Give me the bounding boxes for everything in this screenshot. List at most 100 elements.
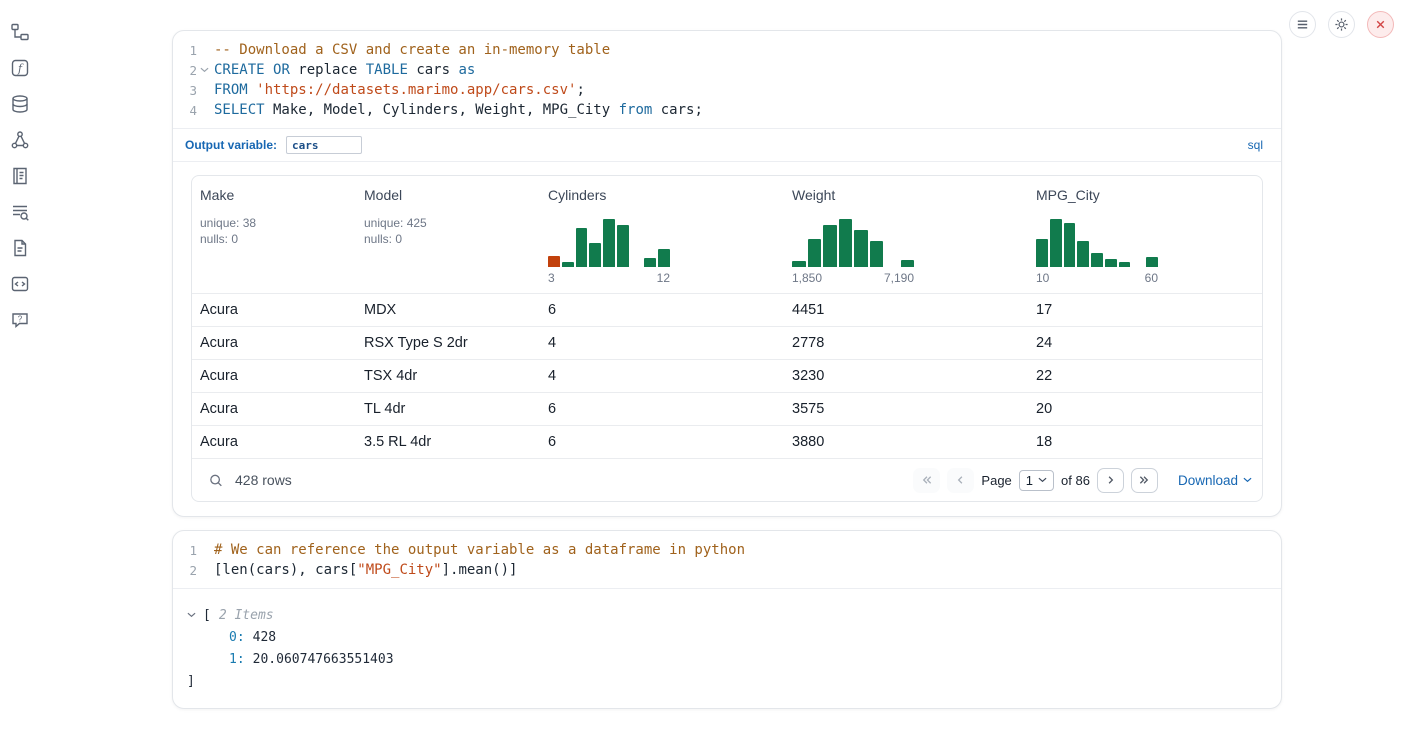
- histogram-bar[interactable]: [576, 228, 588, 267]
- output-variable-label: Output variable:: [185, 138, 277, 152]
- histogram-bar[interactable]: [839, 219, 853, 267]
- next-page-button[interactable]: [1097, 468, 1124, 493]
- cell-value: Acura: [192, 302, 356, 318]
- column-header-make[interactable]: Makeunique: 38nulls: 0: [192, 176, 356, 293]
- database-icon[interactable]: [8, 92, 32, 116]
- search-icon[interactable]: [202, 466, 230, 494]
- prev-page-button[interactable]: [947, 468, 974, 493]
- histogram-bar[interactable]: [1146, 257, 1158, 267]
- column-name: Cylinders: [548, 187, 776, 203]
- column-name: Make: [200, 187, 348, 203]
- histogram-range-labels: 1,8507,190: [792, 271, 914, 285]
- output-variable-input[interactable]: cars: [286, 136, 362, 154]
- menu-button[interactable]: [1289, 11, 1316, 38]
- histogram-bar[interactable]: [1077, 241, 1089, 267]
- code-line[interactable]: 3FROM 'https://datasets.marimo.app/cars.…: [173, 80, 1281, 100]
- line-number: 1: [173, 543, 197, 558]
- histogram-bar[interactable]: [1119, 262, 1131, 267]
- cell-value: 6: [540, 434, 784, 450]
- histogram-bar[interactable]: [854, 230, 868, 267]
- code-line[interactable]: 2CREATE OR replace TABLE cars as: [173, 60, 1281, 80]
- svg-text:?: ?: [18, 315, 23, 324]
- histogram-bar[interactable]: [870, 241, 884, 267]
- cell-value: Acura: [192, 335, 356, 351]
- histogram-range-labels: 312: [548, 271, 670, 285]
- last-page-button[interactable]: [1131, 468, 1158, 493]
- close-bracket: ]: [187, 674, 195, 689]
- histogram-bar[interactable]: [823, 225, 837, 267]
- table-output: Makeunique: 38nulls: 0Modelunique: 425nu…: [173, 162, 1281, 516]
- column-header-weight[interactable]: Weight1,8507,190: [784, 176, 1028, 293]
- table-row[interactable]: AcuraRSX Type S 2dr4277824: [192, 326, 1262, 359]
- histogram-bar[interactable]: [617, 225, 629, 267]
- dependency-graph-icon[interactable]: [8, 128, 32, 152]
- fold-chevron-icon[interactable]: [197, 67, 212, 73]
- histogram-bar[interactable]: [548, 256, 560, 267]
- cell-footer: Output variable: cars sql: [173, 129, 1281, 162]
- histogram-bar[interactable]: [644, 258, 656, 267]
- column-histogram[interactable]: [1036, 215, 1158, 267]
- histogram-bar[interactable]: [1036, 239, 1048, 267]
- page-total: of 86: [1061, 473, 1090, 488]
- cell-value: Acura: [192, 401, 356, 417]
- help-chat-icon[interactable]: ?: [8, 308, 32, 332]
- collapse-chevron-icon[interactable]: [187, 612, 200, 618]
- histogram-bar[interactable]: [901, 260, 915, 267]
- documentation-icon[interactable]: [8, 236, 32, 260]
- logs-icon[interactable]: [8, 200, 32, 224]
- python-output: [ 2 Items 0:4281:20.060747663551403 ]: [173, 589, 1281, 708]
- histogram-bar[interactable]: [792, 261, 806, 267]
- snippets-icon[interactable]: [8, 272, 32, 296]
- column-header-cylinders[interactable]: Cylinders 312: [540, 176, 784, 293]
- scratchpad-icon[interactable]: [8, 164, 32, 188]
- histogram-bar[interactable]: [589, 243, 601, 267]
- histogram-bar[interactable]: [603, 219, 615, 267]
- cell-value: 18: [1028, 434, 1262, 450]
- cell-value: 4: [540, 368, 784, 384]
- column-header-model[interactable]: Modelunique: 425nulls: 0: [356, 176, 540, 293]
- sql-code-editor[interactable]: 1 -- Download a CSV and create an in-memo…: [173, 31, 1281, 129]
- download-button[interactable]: Download: [1178, 473, 1252, 488]
- table-row[interactable]: AcuraTSX 4dr4323022: [192, 359, 1262, 392]
- code-line[interactable]: 1# We can reference the output variable …: [173, 540, 1281, 560]
- functions-icon[interactable]: f: [8, 56, 32, 80]
- line-number: 1: [173, 43, 197, 58]
- table-row[interactable]: AcuraMDX6445117: [192, 293, 1262, 326]
- table-row[interactable]: AcuraTL 4dr6357520: [192, 392, 1262, 425]
- cell-value: Acura: [192, 368, 356, 384]
- cell-value: 3230: [784, 368, 1028, 384]
- page-select[interactable]: 1: [1019, 470, 1054, 491]
- cell-value: 4451: [784, 302, 1028, 318]
- row-count: 428 rows: [235, 472, 292, 488]
- line-number: 4: [173, 103, 197, 118]
- cell-value: 22: [1028, 368, 1262, 384]
- tree-key: 0:: [229, 630, 245, 645]
- histogram-bar[interactable]: [1091, 253, 1103, 267]
- files-icon[interactable]: [8, 20, 32, 44]
- column-histogram[interactable]: [548, 215, 670, 267]
- column-header-mpg_city[interactable]: MPG_City1060: [1028, 176, 1262, 293]
- code-line[interactable]: 2[len(cars), cars["MPG_City"].mean()]: [173, 560, 1281, 580]
- histogram-bar[interactable]: [658, 249, 670, 267]
- line-number: 2: [173, 63, 197, 78]
- cell-value: 6: [540, 401, 784, 417]
- histogram-bar[interactable]: [562, 262, 574, 267]
- histogram-bar[interactable]: [808, 239, 822, 267]
- settings-gear-button[interactable]: [1328, 11, 1355, 38]
- code-line[interactable]: 4SELECT Make, Model, Cylinders, Weight, …: [173, 100, 1281, 120]
- histogram-bar[interactable]: [1064, 223, 1076, 267]
- column-histogram[interactable]: [792, 215, 914, 267]
- close-button[interactable]: [1367, 11, 1394, 38]
- pagination: Page 1 of 86 Download: [913, 468, 1252, 493]
- tree-entry: 1:20.060747663551403: [229, 648, 1281, 670]
- code-line[interactable]: 1 -- Download a CSV and create an in-memo…: [173, 40, 1281, 60]
- table-footer: 428 rows Page 1 of 86: [192, 458, 1262, 501]
- first-page-button[interactable]: [913, 468, 940, 493]
- cell-value: 20: [1028, 401, 1262, 417]
- python-code-editor[interactable]: 1# We can reference the output variable …: [173, 531, 1281, 589]
- histogram-bar[interactable]: [1105, 259, 1117, 267]
- histogram-bar[interactable]: [1050, 219, 1062, 267]
- code-text: -- Download a CSV and create an in-memor…: [212, 42, 610, 58]
- table-row[interactable]: Acura3.5 RL 4dr6388018: [192, 425, 1262, 458]
- table-header: Makeunique: 38nulls: 0Modelunique: 425nu…: [192, 176, 1262, 293]
